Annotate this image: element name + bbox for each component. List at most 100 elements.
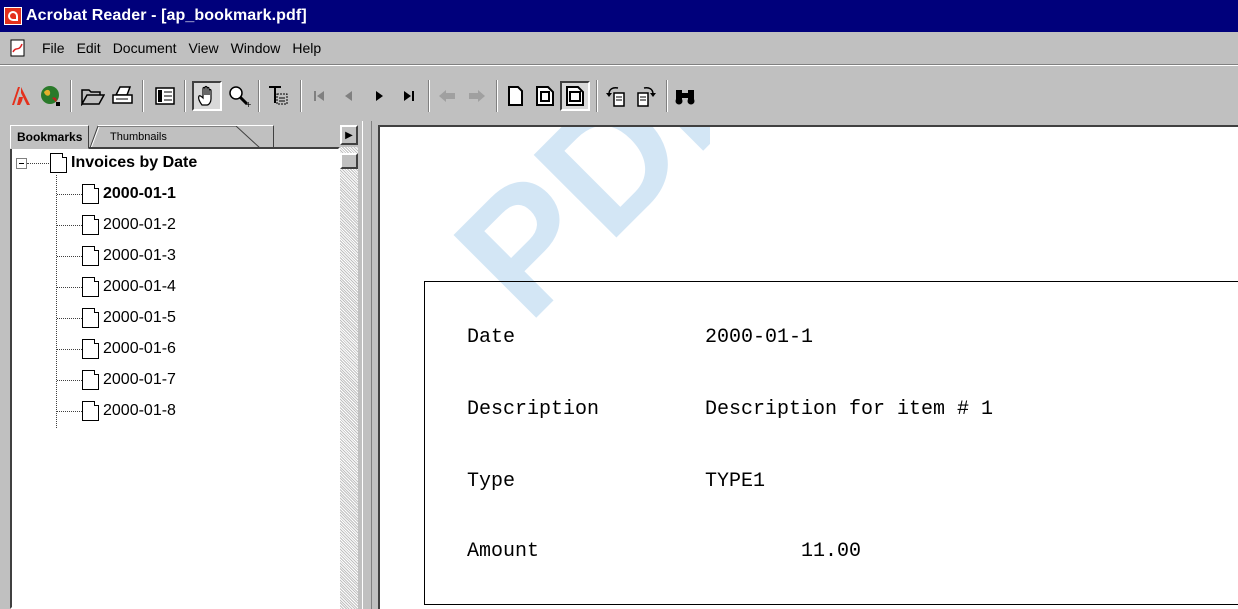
bookmark-item-label: 2000-01-1 xyxy=(103,185,176,202)
print-icon[interactable] xyxy=(110,83,136,109)
fit-page-icon[interactable] xyxy=(532,83,558,109)
page-icon xyxy=(82,370,99,390)
tree-connector xyxy=(57,225,82,226)
toolbar-separator xyxy=(258,80,260,112)
menu-view[interactable]: View xyxy=(183,40,225,56)
window-title: Acrobat Reader - [ap_bookmark.pdf] xyxy=(26,7,307,24)
pane-menu-arrow-icon[interactable]: ▶ xyxy=(340,125,358,145)
svg-text:+: + xyxy=(245,100,251,108)
tree-connector xyxy=(56,175,57,428)
web-globe-icon[interactable] xyxy=(38,83,64,109)
open-folder-icon[interactable] xyxy=(80,83,106,109)
toolbar-separator xyxy=(666,80,668,112)
menu-window[interactable]: Window xyxy=(225,40,287,56)
menu-edit[interactable]: Edit xyxy=(71,40,107,56)
toolbar-separator xyxy=(184,80,186,112)
navigation-pane: Bookmarks Thumbnails ▶ Invoices by Date … xyxy=(10,121,362,609)
toolbar-separator xyxy=(596,80,598,112)
toolbar-separator xyxy=(142,80,144,112)
bookmark-item[interactable]: 2000-01-1 xyxy=(82,180,176,208)
menu-document[interactable]: Document xyxy=(107,40,183,56)
page-icon xyxy=(82,277,99,297)
last-page-icon[interactable] xyxy=(396,83,422,109)
tab-thumbnails[interactable]: Thumbnails xyxy=(90,125,274,148)
toolbar-separator xyxy=(496,80,498,112)
bookmark-tree: Invoices by Date 2000-01-1 2000-01-2 200… xyxy=(10,147,340,609)
scroll-up-button[interactable] xyxy=(340,153,358,169)
tree-connector xyxy=(57,411,82,412)
tab-bookmarks[interactable]: Bookmarks xyxy=(10,125,90,149)
document-page[interactable]: PDF Date 2000-01-1 Description Description… xyxy=(378,125,1238,609)
field-label: Date xyxy=(467,326,516,349)
find-binoculars-icon[interactable] xyxy=(672,83,698,109)
page-icon xyxy=(82,215,99,235)
bookmark-item[interactable]: 2000-01-8 xyxy=(82,397,176,425)
go-forward-icon[interactable] xyxy=(464,83,490,109)
invoice-record: Date 2000-01-1 Description Description for… xyxy=(424,281,1238,605)
page-icon xyxy=(82,401,99,421)
document-menu-icon[interactable] xyxy=(8,38,28,58)
bookmark-item[interactable]: 2000-01-4 xyxy=(82,273,176,301)
menu-help[interactable]: Help xyxy=(286,40,327,56)
bookmark-item-label: 2000-01-2 xyxy=(103,216,176,233)
bookmark-item[interactable]: 2000-01-5 xyxy=(82,304,176,332)
field-value: 2000-01-1 xyxy=(705,326,814,349)
invoice-type-row: Type TYPE1 xyxy=(467,470,765,493)
panel-tabs: Bookmarks Thumbnails xyxy=(10,125,346,149)
toolbar-separator xyxy=(70,80,72,112)
field-value: 11.00 xyxy=(801,540,862,563)
bookmark-item[interactable]: 2000-01-2 xyxy=(82,211,176,239)
text-select-tool-icon[interactable] xyxy=(266,83,292,109)
page-icon xyxy=(50,153,67,173)
bookmark-item-label: 2000-01-7 xyxy=(103,371,176,388)
rotate-right-icon[interactable] xyxy=(634,83,660,109)
zoom-tool-icon[interactable]: + xyxy=(226,83,252,109)
bookmark-item-label: 2000-01-6 xyxy=(103,340,176,357)
toolbar-separator xyxy=(428,80,430,112)
tab-thumbnails-label: Thumbnails xyxy=(110,130,167,143)
tree-connector xyxy=(27,163,49,164)
tree-connector xyxy=(57,194,82,195)
tree-connector xyxy=(57,287,82,288)
page-icon xyxy=(82,246,99,266)
pane-splitter[interactable] xyxy=(362,121,372,609)
bookmark-item-label: 2000-01-3 xyxy=(103,247,176,264)
field-label: Description xyxy=(467,398,600,421)
field-label: Amount xyxy=(467,540,540,563)
tree-connector xyxy=(57,256,82,257)
bookmark-root-label: Invoices by Date xyxy=(71,154,198,171)
field-label: Type xyxy=(467,470,516,493)
collapse-toggle-icon[interactable] xyxy=(16,158,27,169)
invoice-description-row: Description Description for item # 1 xyxy=(467,398,993,421)
show-navigation-pane-icon[interactable] xyxy=(152,83,178,109)
actual-size-icon[interactable] xyxy=(502,83,528,109)
page-icon xyxy=(82,308,99,328)
adobe-logo-icon[interactable] xyxy=(8,83,34,109)
toolbar: + xyxy=(0,65,1238,121)
bookmark-scrollbar[interactable] xyxy=(340,147,358,609)
go-back-icon[interactable] xyxy=(434,83,460,109)
fit-width-icon[interactable] xyxy=(560,81,590,111)
next-page-icon[interactable] xyxy=(366,83,392,109)
invoice-date-row: Date 2000-01-1 xyxy=(467,326,813,349)
hand-tool-icon[interactable] xyxy=(192,81,222,111)
bookmark-item[interactable]: 2000-01-7 xyxy=(82,366,176,394)
bookmark-item[interactable]: 2000-01-3 xyxy=(82,242,176,270)
page-icon xyxy=(82,184,99,204)
field-value: Description for item # 1 xyxy=(705,398,994,421)
toolbar-separator xyxy=(300,80,302,112)
previous-page-icon[interactable] xyxy=(336,83,362,109)
bookmark-item[interactable]: 2000-01-6 xyxy=(82,335,176,363)
menu-file[interactable]: File xyxy=(36,40,71,56)
bookmark-item-label: 2000-01-8 xyxy=(103,402,176,419)
acrobat-app-icon[interactable] xyxy=(4,7,22,25)
menu-bar: File Edit Document View Window Help xyxy=(0,32,1238,65)
tree-connector xyxy=(57,349,82,350)
bookmark-item-label: 2000-01-5 xyxy=(103,309,176,326)
rotate-left-icon[interactable] xyxy=(604,83,630,109)
bookmark-item-label: 2000-01-4 xyxy=(103,278,176,295)
first-page-icon[interactable] xyxy=(306,83,332,109)
tree-connector xyxy=(57,318,82,319)
bookmark-root[interactable]: Invoices by Date xyxy=(50,149,197,177)
title-bar: Acrobat Reader - [ap_bookmark.pdf] xyxy=(0,0,1238,32)
